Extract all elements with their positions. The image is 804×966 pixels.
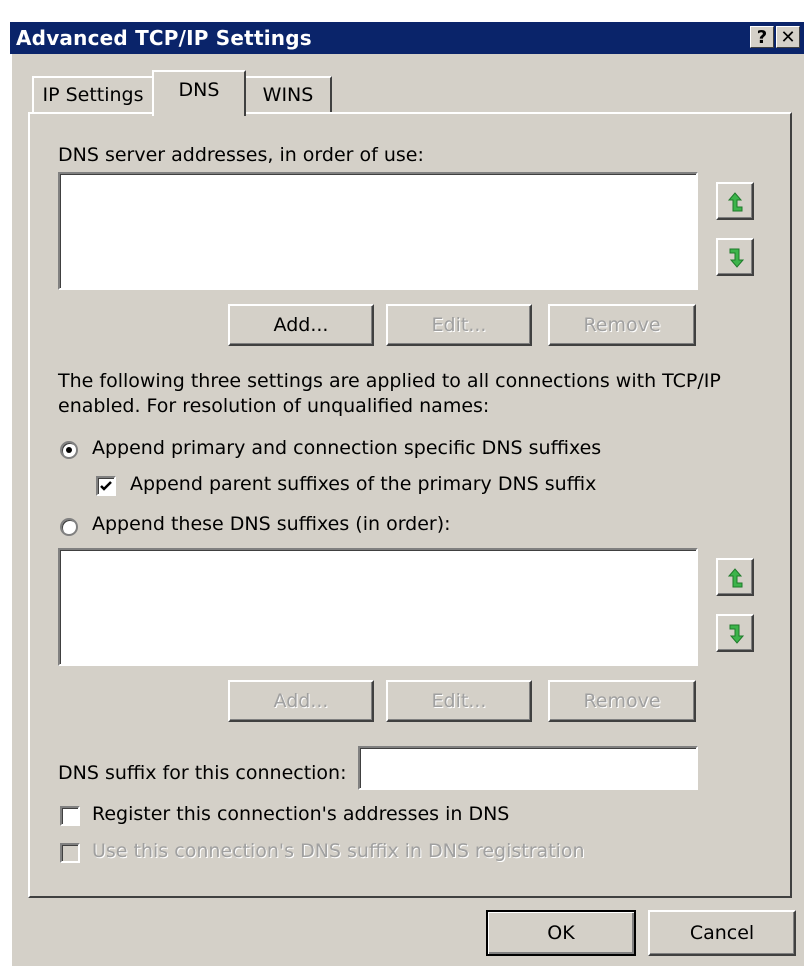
dns-suffix-move-down-button[interactable] — [716, 614, 754, 652]
dns-server-move-up-button[interactable] — [716, 182, 754, 220]
append-these-suffixes-radio[interactable] — [60, 518, 78, 536]
dns-server-add-button[interactable]: Add... — [228, 304, 374, 346]
tab-ip-settings[interactable]: IP Settings — [32, 76, 154, 112]
resolution-description-line1: The following three settings are applied… — [58, 370, 721, 392]
dns-suffix-add-button[interactable]: Add... — [228, 680, 374, 722]
use-suffix-registration-label[interactable]: Use this connection's DNS suffix in DNS … — [92, 840, 585, 862]
dns-servers-list[interactable] — [58, 172, 698, 290]
green-up-arrow-icon — [727, 192, 743, 212]
dns-servers-label: DNS server addresses, in order of use: — [58, 144, 424, 166]
radio-selected-dot — [66, 447, 72, 453]
use-suffix-registration-checkbox[interactable] — [60, 843, 80, 863]
append-these-suffixes-label[interactable]: Append these DNS suffixes (in order): — [92, 513, 451, 535]
register-addresses-checkbox[interactable] — [60, 806, 80, 826]
green-down-arrow-icon — [729, 248, 745, 268]
green-down-arrow-icon — [729, 624, 745, 644]
tab-wins[interactable]: WINS — [244, 76, 332, 112]
ok-button[interactable]: OK — [486, 910, 636, 956]
dns-suffix-remove-button[interactable]: Remove — [548, 680, 696, 722]
connection-suffix-label: DNS suffix for this connection: — [58, 762, 347, 784]
window-title: Advanced TCP/IP Settings — [16, 26, 312, 50]
append-parent-suffixes-checkbox[interactable] — [96, 476, 116, 496]
dns-suffix-move-up-button[interactable] — [716, 558, 754, 596]
append-primary-radio[interactable] — [60, 441, 78, 459]
resolution-description-line2: enabled. For resolution of unqualified n… — [58, 395, 490, 417]
dns-server-edit-button[interactable]: Edit... — [386, 304, 532, 346]
dns-suffix-edit-button[interactable]: Edit... — [386, 680, 532, 722]
checkmark-icon — [100, 481, 112, 491]
dns-suffixes-list[interactable] — [58, 548, 698, 666]
append-primary-label[interactable]: Append primary and connection specific D… — [92, 437, 601, 459]
help-button[interactable]: ? — [750, 26, 774, 48]
append-parent-suffixes-label[interactable]: Append parent suffixes of the primary DN… — [130, 473, 596, 495]
title-bar[interactable]: Advanced TCP/IP Settings ? ✕ — [10, 22, 804, 54]
connection-suffix-input[interactable] — [358, 746, 698, 790]
dns-server-remove-button[interactable]: Remove — [548, 304, 696, 346]
register-addresses-label[interactable]: Register this connection's addresses in … — [92, 803, 509, 825]
green-up-arrow-icon — [727, 568, 743, 588]
dns-server-move-down-button[interactable] — [716, 238, 754, 276]
cancel-button[interactable]: Cancel — [648, 910, 796, 956]
tab-dns[interactable]: DNS — [152, 70, 246, 116]
close-button[interactable]: ✕ — [776, 26, 800, 48]
